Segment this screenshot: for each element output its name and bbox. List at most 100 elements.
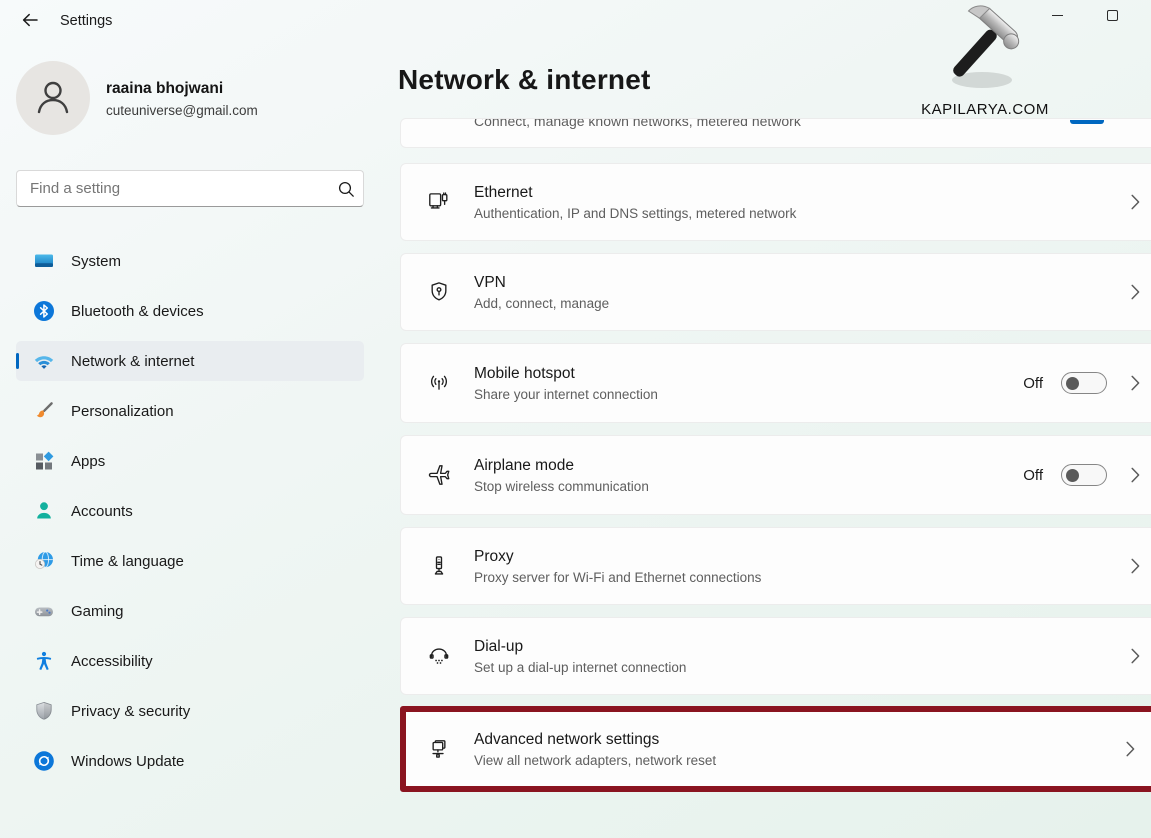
time-language-icon (32, 549, 56, 573)
row-subtitle: Proxy server for Wi-Fi and Ethernet conn… (474, 570, 761, 585)
system-icon (32, 249, 56, 273)
row-subtitle: Connect, manage known networks, metered … (474, 118, 801, 129)
sidebar-item-label: Privacy & security (71, 703, 190, 720)
sidebar-item-personalization[interactable]: Personalization (16, 391, 364, 431)
sidebar-item-label: Personalization (71, 403, 174, 420)
chevron-right-icon (1126, 741, 1135, 757)
dialup-icon (426, 643, 452, 669)
maximize-button[interactable] (1089, 0, 1135, 30)
vpn-icon (426, 279, 452, 305)
search-input[interactable] (17, 180, 329, 197)
chevron-right-icon (1131, 194, 1140, 210)
sidebar-item-label: Bluetooth & devices (71, 303, 204, 320)
wifi-toggle-sliver[interactable] (1070, 120, 1104, 124)
page-title: Network & internet (398, 64, 651, 96)
settings-row-ethernet[interactable]: EthernetAuthentication, IP and DNS setti… (400, 163, 1151, 241)
settings-row-vpn[interactable]: VPN Add, connect, manage (400, 253, 1151, 331)
search-box (16, 170, 364, 207)
sidebar-item-bluetooth-devices[interactable]: Bluetooth & devices (16, 291, 364, 331)
sidebar-item-privacy-security[interactable]: Privacy & security (16, 691, 364, 731)
row-title: VPN (474, 274, 609, 292)
sidebar-item-label: Windows Update (71, 753, 184, 770)
watermark-text: KAPILARYA.COM (905, 101, 1065, 118)
bluetooth-icon (32, 299, 56, 323)
row-text: Dial-up Set up a dial-up internet connect… (474, 638, 686, 675)
maximize-icon (1107, 10, 1118, 21)
privacy-icon (32, 699, 56, 723)
accounts-icon (32, 499, 56, 523)
airplane-icon (426, 462, 452, 488)
ethernet-icon (426, 189, 452, 215)
window-title: Settings (60, 13, 112, 29)
settings-row-mobile-hotspot[interactable]: Mobile hotspot Share your internet connec… (400, 343, 1151, 423)
sidebar-item-label: Apps (71, 453, 105, 470)
toggle-knob (1066, 469, 1079, 482)
sidebar-item-accounts[interactable]: Accounts (16, 491, 364, 531)
row-title: Mobile hotspot (474, 365, 658, 383)
row-text: Proxy Proxy server for Wi-Fi and Ethernet… (474, 548, 761, 585)
airplane-mode-toggle[interactable] (1061, 464, 1107, 486)
chevron-right-icon (1131, 375, 1140, 391)
search-icon[interactable] (329, 180, 363, 198)
row-title: Advanced network settings (474, 731, 716, 749)
row-title: Airplane mode (474, 457, 649, 475)
sidebar-item-label: Time & language (71, 553, 184, 570)
watermark: KAPILARYA.COM (905, 2, 1065, 118)
row-title: Dial-up (474, 638, 686, 656)
row-text: VPN Add, connect, manage (474, 274, 609, 311)
update-icon (32, 749, 56, 773)
sidebar-item-system[interactable]: System (16, 241, 364, 281)
chevron-right-icon (1131, 284, 1140, 300)
avatar (16, 61, 90, 135)
sidebar-item-accessibility[interactable]: Accessibility (16, 641, 364, 681)
profile-name: raaina bhojwani (106, 80, 223, 98)
sidebar-item-windows-update[interactable]: Windows Update (16, 741, 364, 781)
proxy-icon (426, 553, 452, 579)
mobile-hotspot-toggle[interactable] (1061, 372, 1107, 394)
sidebar-item-label: Network & internet (71, 353, 194, 370)
gaming-icon (32, 599, 56, 623)
row-text: Mobile hotspot Share your internet connec… (474, 365, 658, 402)
row-subtitle: View all network adapters, network reset (474, 753, 716, 768)
chevron-right-icon (1131, 467, 1140, 483)
settings-window: Settings raaina bhojwani cuteuniverse@gm… (0, 0, 1151, 838)
sidebar-item-label: Accounts (71, 503, 133, 520)
row-subtitle: Add, connect, manage (474, 296, 609, 311)
sidebar-item-label: Gaming (71, 603, 124, 620)
row-subtitle: Set up a dial-up internet connection (474, 660, 686, 675)
hammer-icon (930, 85, 1040, 102)
network-icon (32, 349, 56, 373)
row-text: Advanced network settings View all networ… (474, 731, 716, 768)
toggle-knob (1066, 377, 1079, 390)
toggle-state-label: Off (1023, 467, 1043, 484)
row-subtitle: Share your internet connection (474, 387, 658, 402)
sidebar-item-gaming[interactable]: Gaming (16, 591, 364, 631)
selected-accent-bar (16, 353, 19, 369)
row-text: EthernetAuthentication, IP and DNS setti… (474, 184, 796, 221)
row-title: Proxy (474, 548, 761, 566)
advanced-network-icon (426, 736, 452, 762)
back-button[interactable] (14, 8, 46, 36)
accessibility-icon (32, 649, 56, 673)
settings-row-airplane-mode[interactable]: Airplane mode Stop wireless communication… (400, 435, 1151, 515)
sidebar-item-label: System (71, 253, 121, 270)
sidebar-item-network-internet[interactable]: Network & internet (16, 341, 364, 381)
settings-row-wifi-partial[interactable]: Connect, manage known networks, metered … (400, 118, 1151, 148)
settings-row-dial-up[interactable]: Dial-up Set up a dial-up internet connect… (400, 617, 1151, 695)
row-title: Ethernet (474, 184, 796, 202)
personalization-icon (32, 399, 56, 423)
sidebar-item-label: Accessibility (71, 653, 153, 670)
settings-row-advanced-network-settings[interactable]: Advanced network settings View all networ… (400, 706, 1151, 792)
mobile-hotspot-icon (426, 370, 452, 396)
back-arrow-icon (20, 10, 40, 35)
row-subtitle: Stop wireless communication (474, 479, 649, 494)
sidebar-item-time-language[interactable]: Time & language (16, 541, 364, 581)
settings-row-proxy[interactable]: Proxy Proxy server for Wi-Fi and Ethernet… (400, 527, 1151, 605)
person-icon (31, 74, 75, 123)
row-text: Airplane mode Stop wireless communication (474, 457, 649, 494)
toggle-state-label: Off (1023, 375, 1043, 392)
profile-email: cuteuniverse@gmail.com (106, 103, 258, 118)
apps-icon (32, 449, 56, 473)
sidebar-item-apps[interactable]: Apps (16, 441, 364, 481)
sidebar-nav: System Bluetooth & devices Network & inter… (16, 241, 364, 791)
